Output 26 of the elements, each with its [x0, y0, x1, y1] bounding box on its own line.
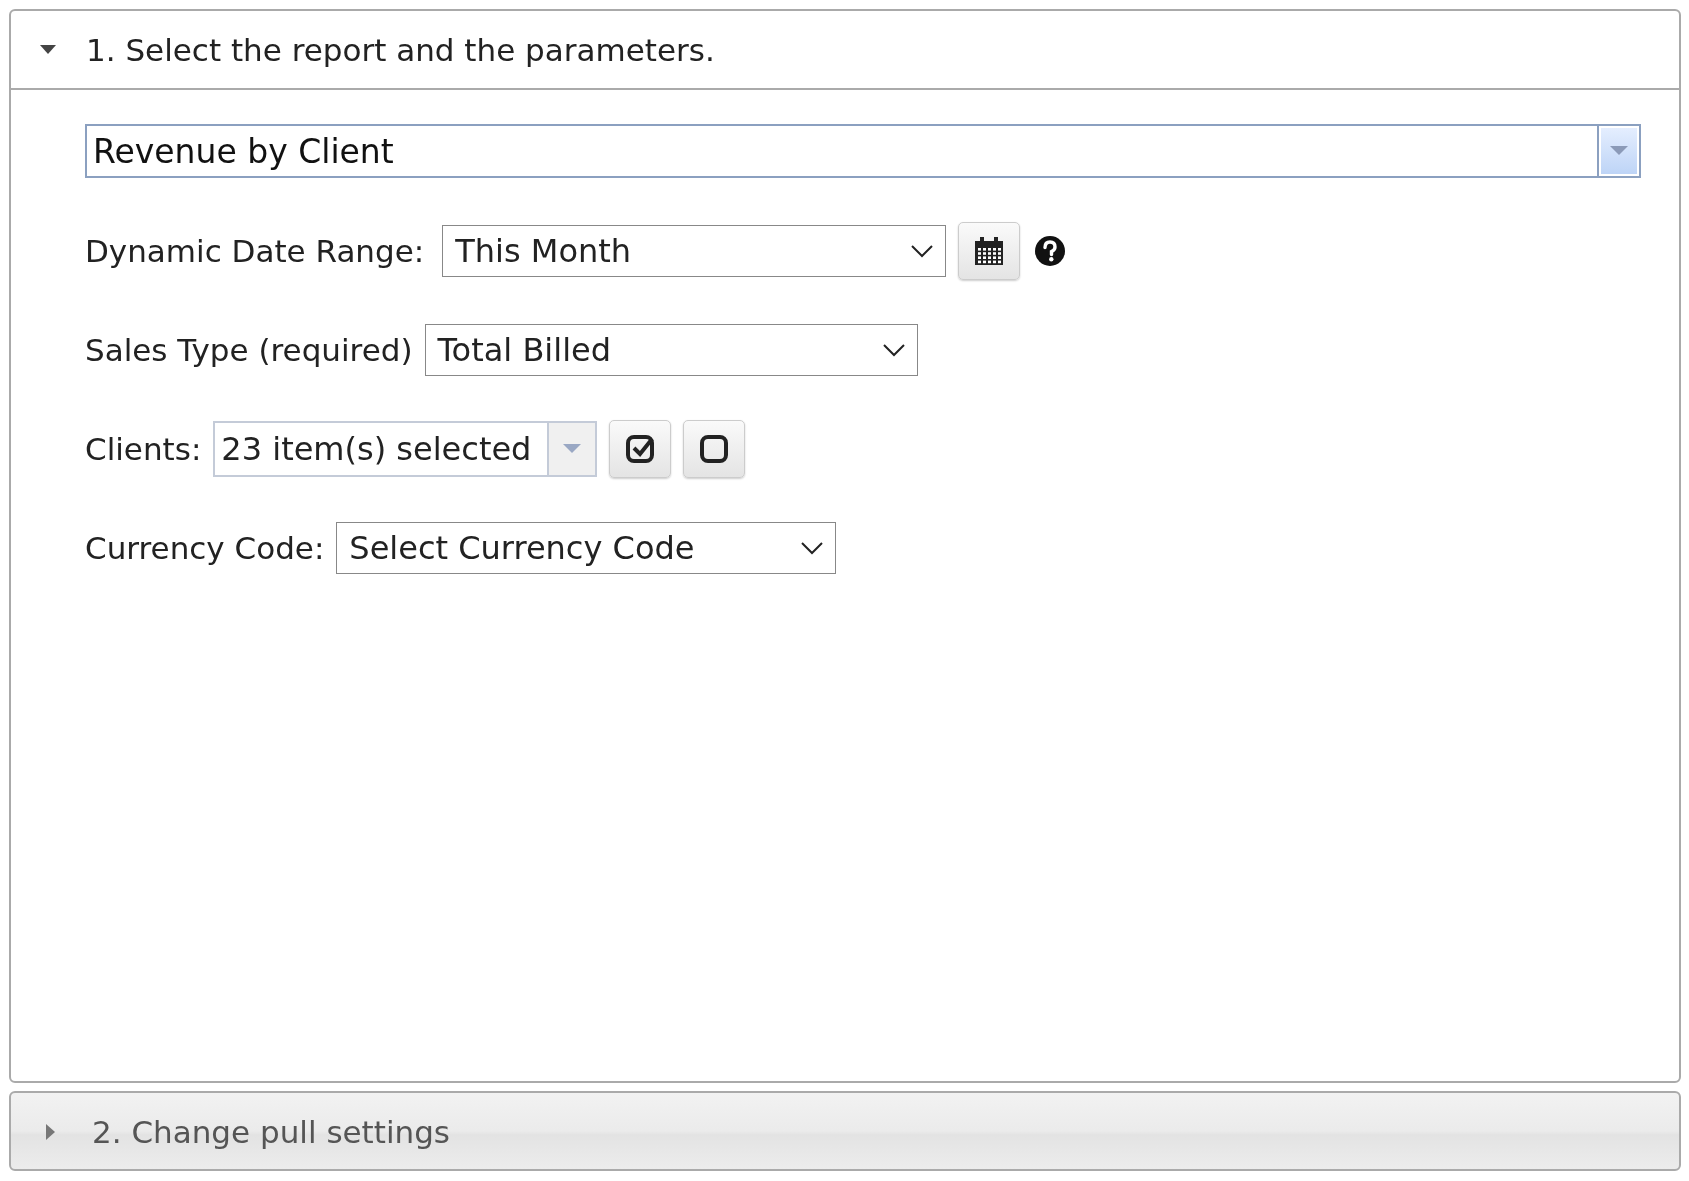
calendar-button[interactable] [958, 222, 1021, 280]
chevron-down-icon [911, 244, 934, 258]
dropdown[interactable]: Select Currency Code [336, 522, 837, 574]
select-all-button[interactable] [609, 420, 672, 478]
chevron-down-icon [801, 541, 824, 555]
calendar-icon [974, 236, 1005, 266]
chevron-down-icon [882, 343, 905, 357]
multiselect-dropdown[interactable]: 23 item(s) selected [213, 421, 598, 477]
checked-box-icon [625, 434, 656, 464]
dropdown-button[interactable] [1597, 124, 1641, 178]
empty-box-icon [699, 434, 730, 464]
select-none-button[interactable] [683, 420, 746, 478]
caret-down-icon [563, 444, 582, 454]
dropdown[interactable]: This Month [442, 225, 947, 277]
field-label: Currency Code: [85, 530, 325, 566]
dropdown[interactable]: Total Billed [424, 324, 918, 376]
report-field[interactable]: Revenue by Client [85, 124, 1597, 178]
field-label: Dynamic Date Range: [85, 233, 425, 269]
help-icon [1034, 235, 1067, 267]
caret-right-icon [46, 1124, 56, 1140]
caret-down-icon [1610, 146, 1628, 156]
caret-down-icon [40, 44, 56, 55]
accordion-header[interactable]: 1. Select the report and the parameters. [11, 11, 1679, 90]
field-label: Clients: [85, 431, 202, 467]
accordion-header[interactable]: 2. Change pull settings [11, 1093, 1679, 1171]
field-label: Sales Type (required) [85, 332, 413, 368]
